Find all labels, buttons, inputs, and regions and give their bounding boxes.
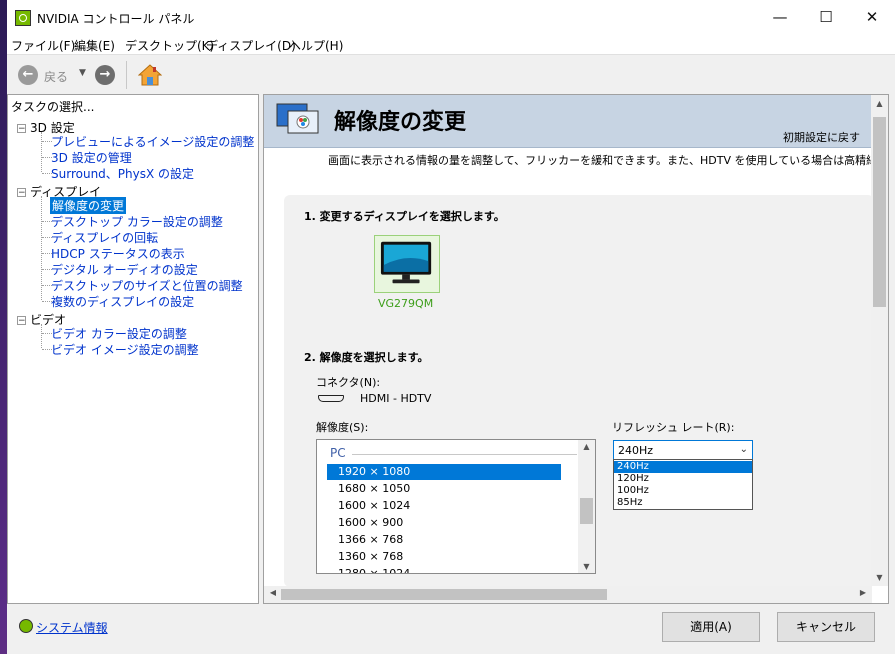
group-divider (352, 454, 577, 455)
task-link-surround-physx[interactable]: Surround、PhysX の設定 (51, 165, 194, 182)
step1-heading: 1. 変更するディスプレイを選択します。 (304, 210, 505, 223)
resolution-option[interactable]: 1360 × 768 (327, 549, 561, 565)
collapse-icon[interactable]: − (17, 188, 26, 198)
task-link-preview-image[interactable]: プレビューによるイメージ設定の調整 (51, 133, 254, 150)
forward-arrow-icon[interactable]: → (95, 65, 115, 85)
system-info-link[interactable]: システム情報 (36, 619, 108, 636)
task-link-manage-3d[interactable]: 3D 設定の管理 (51, 149, 132, 166)
task-link-desktop-size-position[interactable]: デスクトップのサイズと位置の調整 (51, 277, 243, 294)
task-panel-title: タスクの選択... (11, 100, 95, 114)
refresh-option[interactable]: 120Hz (614, 473, 752, 485)
menu-edit[interactable]: 編集(E) (74, 37, 115, 54)
task-link-hdcp-status[interactable]: HDCP ステータスの表示 (51, 245, 185, 262)
resolution-label: 解像度(S): (316, 421, 369, 434)
menu-bar: ファイル(F) 編集(E) デスクトップ(K) ディスプレイ(D) ヘルプ(H) (7, 34, 895, 54)
task-link-video-color[interactable]: ビデオ カラー設定の調整 (51, 325, 187, 342)
task-tree-panel: タスクの選択... −3D 設定 プレビューによるイメージ設定の調整 3D 設定… (7, 94, 259, 604)
system-info-icon (19, 619, 33, 633)
resolution-option[interactable]: 1600 × 900 (327, 515, 561, 531)
menu-display[interactable]: ディスプレイ(D) (206, 37, 296, 54)
menu-file[interactable]: ファイル(F) (11, 37, 75, 54)
apply-button[interactable]: 適用(A) (662, 612, 760, 642)
window-title: NVIDIA コントロール パネル (37, 12, 195, 26)
page-header: 解像度の変更 初期設定に戻す (264, 95, 872, 148)
display-select-tile[interactable] (374, 235, 440, 293)
content-panel: 解像度の変更 初期設定に戻す 画面に表示される情報の量を調整して、フリッカーを緩… (263, 94, 889, 604)
scroll-right-icon[interactable]: ▶ (856, 588, 870, 597)
nvidia-control-panel-window: NVIDIA コントロール パネル — ☐ ✕ ファイル(F) 編集(E) デス… (7, 0, 895, 654)
task-link-change-resolution[interactable]: 解像度の変更 (50, 197, 127, 214)
page-description: 画面に表示される情報の量を調整して、フリッカーを緩和できます。また、HDTV を… (328, 154, 889, 167)
task-link-digital-audio[interactable]: デジタル オーディオの設定 (51, 261, 198, 278)
scroll-thumb[interactable] (580, 498, 593, 524)
hdmi-icon (318, 395, 344, 402)
close-button[interactable]: ✕ (849, 0, 895, 34)
monitor-icon (380, 241, 432, 284)
display-settings-icon (276, 103, 319, 134)
resolution-option-selected[interactable]: 1920 × 1080 (327, 464, 561, 480)
resolution-option[interactable]: 1680 × 1050 (327, 481, 561, 497)
refresh-option-selected[interactable]: 240Hz (614, 461, 752, 473)
resolution-list-scrollbar[interactable]: ▲ ▼ (578, 440, 595, 573)
task-link-rotate-display[interactable]: ディスプレイの回転 (51, 229, 158, 246)
scroll-up-icon[interactable]: ▲ (578, 442, 595, 451)
monitor-name: VG279QM (378, 297, 434, 310)
maximize-button[interactable]: ☐ (803, 0, 849, 34)
task-link-multiple-displays[interactable]: 複数のディスプレイの設定 (51, 293, 194, 310)
nvidia-app-icon (15, 10, 31, 26)
refresh-option[interactable]: 100Hz (614, 485, 752, 497)
refresh-option[interactable]: 85Hz (614, 497, 752, 509)
back-button-label[interactable]: 戻る (44, 68, 68, 85)
task-link-desktop-color[interactable]: デスクトップ カラー設定の調整 (51, 213, 223, 230)
scroll-up-icon[interactable]: ▲ (871, 99, 888, 108)
resolution-group-header: PC (330, 446, 346, 460)
tree-connector (41, 132, 42, 172)
chevron-down-icon[interactable]: ⌄ (740, 444, 748, 455)
menu-desktop[interactable]: デスクトップ(K) (125, 37, 214, 54)
collapse-icon[interactable]: − (17, 316, 26, 326)
step2-heading: 2. 解像度を選択します。 (304, 351, 429, 364)
refresh-rate-dropdown-list: 240Hz 120Hz 100Hz 85Hz (613, 459, 753, 510)
restore-defaults-link[interactable]: 初期設定に戻す (783, 129, 860, 145)
cancel-button[interactable]: キャンセル (777, 612, 875, 642)
content-vertical-scrollbar[interactable]: ▲ ▼ (871, 95, 888, 586)
back-arrow-icon[interactable]: ← (18, 65, 38, 85)
resolution-option[interactable]: 1280 × 1024 (327, 566, 561, 573)
refresh-rate-value: 240Hz (618, 444, 654, 457)
refresh-rate-label: リフレッシュ レート(R): (612, 421, 735, 434)
toolbar-separator (126, 61, 127, 89)
connector-label: コネクタ(N): (316, 376, 381, 389)
home-icon[interactable] (138, 63, 162, 87)
scroll-thumb[interactable] (281, 589, 607, 600)
resolution-option[interactable]: 1366 × 768 (327, 532, 561, 548)
scroll-down-icon[interactable]: ▼ (578, 562, 595, 571)
collapse-icon[interactable]: − (17, 124, 26, 134)
resolution-listbox[interactable]: PC 1920 × 1080 1680 × 1050 1600 × 1024 1… (316, 439, 596, 574)
toolbar: ← 戻る ▼ → (7, 54, 895, 95)
page-title: 解像度の変更 (334, 110, 467, 135)
connector-value: HDMI - HDTV (360, 392, 432, 405)
title-bar[interactable]: NVIDIA コントロール パネル — ☐ ✕ (7, 0, 895, 34)
scroll-thumb[interactable] (873, 117, 886, 307)
refresh-rate-select[interactable]: 240Hz ⌄ (613, 440, 753, 460)
scroll-down-icon[interactable]: ▼ (871, 573, 888, 582)
content-horizontal-scrollbar[interactable]: ◀ ▶ (264, 586, 872, 603)
scroll-left-icon[interactable]: ◀ (266, 588, 280, 597)
menu-help[interactable]: ヘルプ(H) (289, 37, 343, 54)
task-link-video-image[interactable]: ビデオ イメージ設定の調整 (51, 341, 199, 358)
minimize-button[interactable]: — (757, 0, 803, 34)
history-dropdown-icon[interactable]: ▼ (79, 68, 86, 78)
resolution-option[interactable]: 1600 × 1024 (327, 498, 561, 514)
